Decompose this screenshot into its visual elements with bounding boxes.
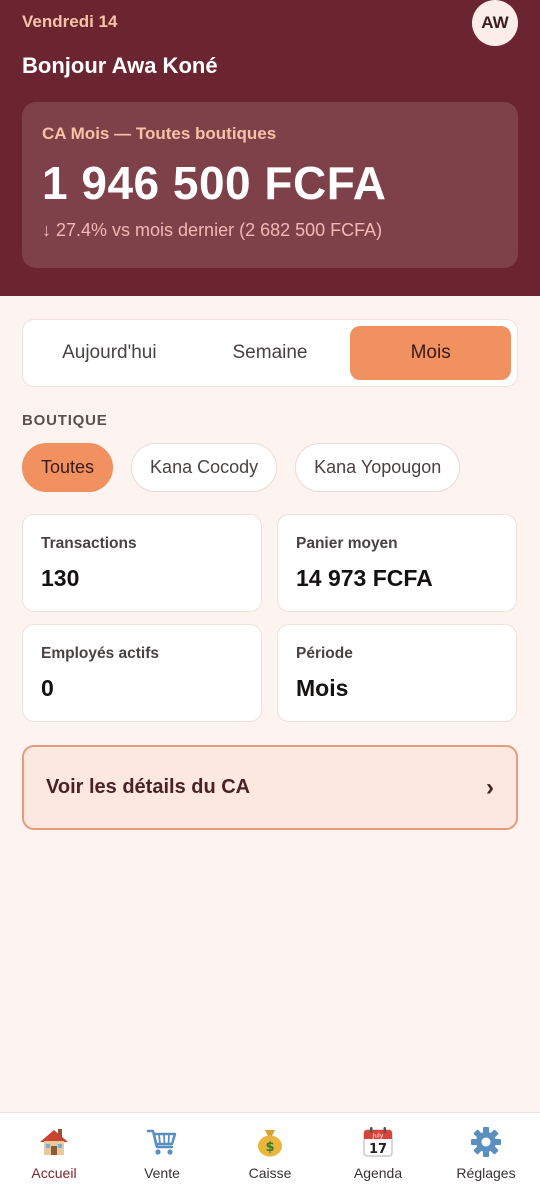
tab-vente[interactable]: Vente — [108, 1113, 216, 1194]
calendar-icon: July 17 — [363, 1127, 393, 1157]
chip-toutes[interactable]: Toutes — [22, 443, 114, 492]
stat-value: 14 973 FCFA — [296, 565, 433, 591]
stat-label: Transactions — [41, 535, 137, 552]
stat-card-employes-actifs: Employés actifs 0 — [22, 624, 262, 722]
ca-summary-card: CA Mois — Toutes boutiques 1 946 500 FCF… — [22, 102, 518, 268]
tab-aujourdhui[interactable]: Aujourd'hui — [29, 326, 190, 380]
header: Vendredi 14 AW Bonjour Awa Koné CA Mois … — [0, 0, 540, 296]
ca-compare: ↓ 27.4% vs mois dernier (2 682 500 FCFA) — [42, 220, 383, 240]
stat-card-transactions: Transactions 130 — [22, 514, 262, 612]
boutique-section-label: BOUTIQUE — [22, 412, 108, 429]
money-bag-icon: $ — [258, 1130, 282, 1157]
tab-label: Vente — [144, 1165, 180, 1181]
stat-value: 130 — [41, 565, 80, 591]
ca-amount: 1 946 500 FCFA — [42, 157, 387, 209]
chip-kana-yopougon[interactable]: Kana Yopougon — [295, 443, 461, 492]
stat-value: Mois — [296, 675, 349, 701]
ca-details-label: Voir les détails du CA — [46, 776, 251, 798]
calendar-day: 17 — [369, 1142, 387, 1157]
tab-mois[interactable]: Mois — [350, 326, 512, 380]
cart-icon — [146, 1129, 177, 1155]
greeting: Bonjour Awa Koné — [22, 53, 218, 78]
stat-card-periode: Période Mois — [277, 624, 517, 722]
stat-value: 0 — [41, 675, 54, 701]
avatar[interactable]: AW — [472, 0, 518, 46]
calendar-month: July — [372, 1133, 384, 1140]
bottom-tab-bar: Accueil Vente $ Caisse July 17 Agenda Ré… — [0, 1112, 540, 1194]
tab-caisse[interactable]: $ Caisse — [216, 1113, 324, 1194]
svg-text:$: $ — [265, 1140, 274, 1155]
gear-icon — [471, 1127, 501, 1157]
ca-details-button[interactable]: Voir les détails du CA › — [22, 745, 518, 830]
chevron-right-icon: › — [486, 773, 494, 801]
tab-label: Accueil — [31, 1165, 77, 1181]
tab-label: Réglages — [456, 1165, 516, 1181]
tab-label: Agenda — [353, 1165, 403, 1181]
period-selector: Aujourd'hui Semaine Mois — [22, 319, 518, 387]
boutique-chips: Toutes Kana Cocody Kana Yopougon — [22, 443, 461, 492]
tab-accueil[interactable]: Accueil — [0, 1113, 108, 1194]
house-icon — [40, 1129, 68, 1155]
date-label: Vendredi 14 — [22, 12, 118, 31]
tab-agenda[interactable]: July 17 Agenda — [324, 1113, 432, 1194]
chip-kana-cocody[interactable]: Kana Cocody — [131, 443, 278, 492]
stat-card-panier-moyen: Panier moyen 14 973 FCFA — [277, 514, 517, 612]
tab-label: Caisse — [248, 1165, 292, 1181]
ca-label: CA Mois — Toutes boutiques — [42, 124, 277, 143]
tab-reglages[interactable]: Réglages — [432, 1113, 540, 1194]
stat-label: Période — [296, 645, 353, 662]
stat-label: Employés actifs — [41, 645, 160, 662]
stat-label: Panier moyen — [296, 535, 398, 552]
tab-semaine[interactable]: Semaine — [190, 326, 351, 380]
